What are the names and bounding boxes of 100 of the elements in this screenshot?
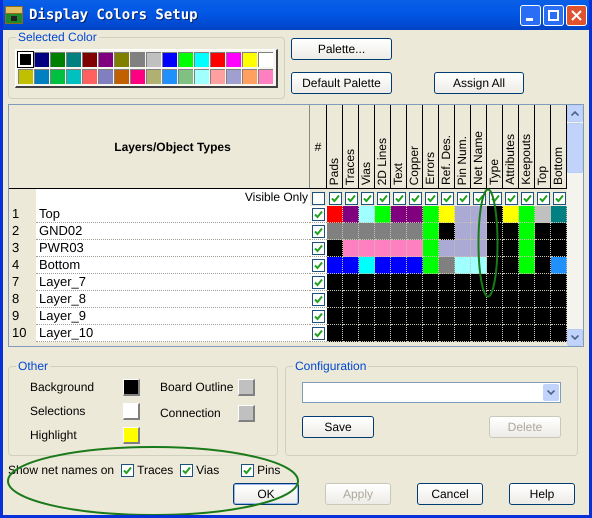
checkbox[interactable] xyxy=(392,192,406,204)
color-cell[interactable] xyxy=(471,325,487,342)
color-swatch[interactable] xyxy=(238,378,255,396)
color-cell[interactable] xyxy=(391,308,407,325)
color-cell[interactable] xyxy=(439,240,455,257)
checkbox[interactable] xyxy=(504,192,518,204)
color-cell[interactable] xyxy=(439,291,455,308)
color-cell[interactable] xyxy=(519,274,535,291)
color-cell[interactable] xyxy=(455,257,471,274)
color-cell[interactable] xyxy=(375,257,391,274)
color-cell[interactable] xyxy=(343,325,359,342)
checkbox[interactable] xyxy=(312,242,325,254)
color-cell[interactable] xyxy=(343,240,359,257)
color-cell[interactable] xyxy=(551,240,567,257)
color-cell[interactable] xyxy=(423,223,439,240)
palette-swatch[interactable] xyxy=(210,69,225,84)
color-cell[interactable] xyxy=(423,274,439,291)
color-cell[interactable] xyxy=(535,291,551,308)
color-cell[interactable] xyxy=(327,291,343,308)
color-cell[interactable] xyxy=(375,308,391,325)
layer-name[interactable]: Layer_9 xyxy=(36,308,310,325)
color-cell[interactable] xyxy=(407,257,423,274)
color-cell[interactable] xyxy=(327,325,343,342)
color-cell[interactable] xyxy=(535,257,551,274)
color-cell[interactable] xyxy=(551,223,567,240)
checkbox[interactable] xyxy=(536,192,550,204)
palette-swatch[interactable] xyxy=(162,52,177,67)
color-cell[interactable] xyxy=(359,240,375,257)
color-cell[interactable] xyxy=(503,240,519,257)
color-cell[interactable] xyxy=(359,274,375,291)
palette-swatch[interactable] xyxy=(130,69,145,84)
default-palette-button[interactable]: Default Palette xyxy=(291,72,392,94)
color-cell[interactable] xyxy=(423,308,439,325)
dialog-button[interactable]: Cancel xyxy=(417,483,483,505)
color-cell[interactable] xyxy=(375,206,391,223)
layer-name[interactable]: Bottom xyxy=(36,257,310,274)
color-cell[interactable] xyxy=(327,206,343,223)
configuration-dropdown[interactable] xyxy=(302,382,561,403)
palette-swatch[interactable] xyxy=(18,69,33,84)
palette-swatch[interactable] xyxy=(178,69,193,84)
color-cell[interactable] xyxy=(439,257,455,274)
color-cell[interactable] xyxy=(343,274,359,291)
palette-swatch[interactable] xyxy=(50,69,65,84)
color-cell[interactable] xyxy=(535,308,551,325)
close-button[interactable] xyxy=(566,4,587,26)
checkbox[interactable] xyxy=(360,192,374,204)
layer-name[interactable]: Layer_8 xyxy=(36,291,310,308)
color-cell[interactable] xyxy=(503,325,519,342)
checkbox[interactable] xyxy=(328,192,342,204)
palette-swatch[interactable] xyxy=(130,52,145,67)
color-cell[interactable] xyxy=(423,291,439,308)
layer-name[interactable]: PWR03 xyxy=(36,240,310,257)
vertical-scrollbar[interactable] xyxy=(567,105,583,346)
palette-swatch[interactable] xyxy=(242,69,257,84)
color-cell[interactable] xyxy=(391,240,407,257)
color-cell[interactable] xyxy=(391,223,407,240)
dialog-button[interactable]: Help xyxy=(509,483,575,505)
palette-swatch[interactable] xyxy=(114,52,129,67)
color-cell[interactable] xyxy=(375,325,391,342)
checkbox[interactable] xyxy=(180,464,194,476)
palette-swatch[interactable] xyxy=(114,69,129,84)
color-cell[interactable] xyxy=(407,206,423,223)
color-cell[interactable] xyxy=(343,291,359,308)
color-cell[interactable] xyxy=(343,223,359,240)
maximize-button[interactable] xyxy=(543,4,564,26)
color-cell[interactable] xyxy=(455,206,471,223)
palette-swatch[interactable] xyxy=(98,69,113,84)
color-cell[interactable] xyxy=(455,325,471,342)
color-cell[interactable] xyxy=(375,240,391,257)
color-cell[interactable] xyxy=(551,308,567,325)
palette-swatch[interactable] xyxy=(178,52,193,67)
color-cell[interactable] xyxy=(519,325,535,342)
color-cell[interactable] xyxy=(439,325,455,342)
color-cell[interactable] xyxy=(375,274,391,291)
scroll-down-button[interactable] xyxy=(567,329,583,346)
color-cell[interactable] xyxy=(551,274,567,291)
color-cell[interactable] xyxy=(535,240,551,257)
color-cell[interactable] xyxy=(519,223,535,240)
layer-name[interactable]: Top xyxy=(36,206,310,223)
checkbox[interactable] xyxy=(312,292,325,306)
color-cell[interactable] xyxy=(519,206,535,223)
checkbox[interactable] xyxy=(424,192,438,204)
color-cell[interactable] xyxy=(551,206,567,223)
color-swatch[interactable] xyxy=(123,426,140,444)
color-cell[interactable] xyxy=(535,206,551,223)
color-cell[interactable] xyxy=(551,291,567,308)
palette-swatch[interactable] xyxy=(210,52,225,67)
color-cell[interactable] xyxy=(535,223,551,240)
checkbox[interactable] xyxy=(376,192,390,204)
color-cell[interactable] xyxy=(343,257,359,274)
color-cell[interactable] xyxy=(343,308,359,325)
color-cell[interactable] xyxy=(407,291,423,308)
color-cell[interactable] xyxy=(519,240,535,257)
color-cell[interactable] xyxy=(439,206,455,223)
configuration-button[interactable]: Save xyxy=(302,416,374,438)
palette-swatch[interactable] xyxy=(226,69,241,84)
checkbox[interactable] xyxy=(121,464,134,476)
scroll-up-button[interactable] xyxy=(567,105,583,122)
checkbox[interactable] xyxy=(312,310,325,322)
color-cell[interactable] xyxy=(487,325,503,342)
